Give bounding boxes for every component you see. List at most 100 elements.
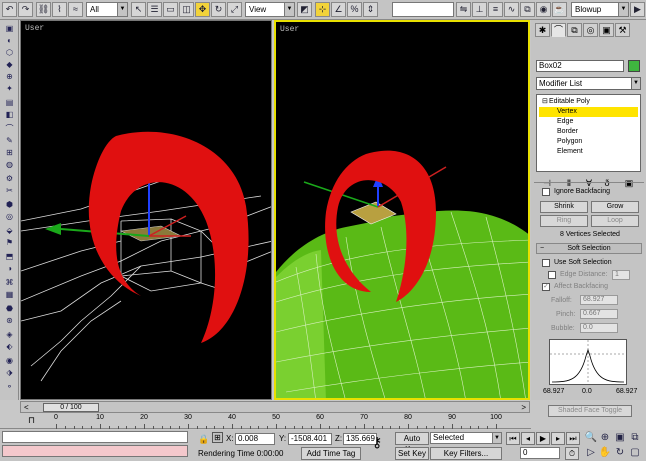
maxscript-listener-field[interactable]	[2, 431, 188, 443]
align-icon[interactable]: ⊥	[472, 2, 487, 17]
collapse-minus-icon[interactable]: ⊟	[542, 97, 549, 107]
tool-icon-29[interactable]: ⚬	[3, 382, 16, 392]
render-icon[interactable]: ☕	[552, 2, 567, 17]
zoom-icon[interactable]: 🔍	[584, 431, 598, 445]
current-frame-field[interactable]: 0	[520, 447, 560, 459]
slider-prev-icon[interactable]: <	[24, 403, 29, 412]
quick-render-icon[interactable]: ▶	[630, 2, 645, 17]
zoom-all-icon[interactable]: ⊕	[598, 431, 612, 445]
field-of-view-icon[interactable]: ▷	[584, 446, 598, 460]
select-by-name-icon[interactable]: ☰	[147, 2, 162, 17]
lock-icon[interactable]: 🔒	[198, 434, 209, 445]
window-crossing-icon[interactable]: ◫	[179, 2, 194, 17]
tool-icon-19[interactable]: ⬒	[3, 252, 16, 262]
track-bar[interactable]: ⊓ 0 10 20 30 40 50 60 70 80 90 100	[0, 414, 531, 429]
auto-key-button[interactable]: Auto Key	[395, 432, 429, 454]
tool-icon-11[interactable]: ⊞	[3, 148, 16, 158]
bind-space-warp-icon[interactable]: ≈	[68, 2, 83, 17]
reference-coordinate-dropdown[interactable]: View ▼	[245, 2, 295, 17]
key-mode-dropdown[interactable]: Selected ▼	[430, 432, 502, 444]
falloff-spinner[interactable]: 68.927	[580, 295, 618, 305]
pivot-icon[interactable]: ◩	[297, 2, 312, 17]
edge-distance-spinner[interactable]: 1	[612, 270, 630, 280]
x-coordinate-field[interactable]: 0.008	[235, 433, 275, 445]
tool-icon-3[interactable]: ⬡	[3, 48, 16, 58]
render-type-dropdown[interactable]: Blowup ▼	[571, 2, 629, 17]
tool-icon-12[interactable]: ◍	[3, 160, 16, 170]
time-slider[interactable]: < 0 / 100 >	[20, 401, 530, 413]
affect-backfacing-checkbox[interactable]: ✓	[542, 283, 550, 291]
tool-icon-5[interactable]: ⊕	[3, 72, 16, 82]
key-icon[interactable]: ⚷	[372, 434, 382, 451]
object-name-field[interactable]: Box02	[536, 60, 624, 72]
rect-selection-icon[interactable]: ▭	[163, 2, 178, 17]
tool-icon-15[interactable]: ⬢	[3, 200, 16, 210]
tool-icon-27[interactable]: ◉	[3, 356, 16, 366]
stack-item-edge[interactable]: Edge	[539, 117, 638, 127]
spinner-snap-icon[interactable]: ⇕	[363, 2, 378, 17]
tool-icon-13[interactable]: ⚙	[3, 174, 16, 184]
soft-selection-rollout-header[interactable]: − Soft Selection	[536, 243, 642, 254]
percent-snap-icon[interactable]: %	[347, 2, 362, 17]
shaded-face-toggle-button[interactable]: Shaded Face Toggle	[548, 405, 632, 417]
y-coordinate-field[interactable]: -1508.401	[288, 433, 332, 445]
slider-next-icon[interactable]: >	[521, 403, 526, 412]
viewport-left[interactable]: User	[20, 20, 272, 400]
rotate-icon[interactable]: ↻	[211, 2, 226, 17]
tool-icon-8[interactable]: ◧	[3, 110, 16, 120]
tool-icon-6[interactable]: ✦	[3, 84, 16, 94]
stack-item-vertex[interactable]: Vertex	[539, 107, 638, 117]
snap-icon[interactable]: ⊹	[315, 2, 330, 17]
tool-icon-9[interactable]: ⌒	[3, 124, 16, 134]
loop-button[interactable]: Loop	[591, 215, 639, 227]
display-tab-icon[interactable]: ▣	[599, 23, 614, 37]
set-key-button[interactable]: Set Key	[395, 447, 429, 460]
stack-item-element[interactable]: Element	[539, 147, 638, 157]
object-color-swatch[interactable]	[628, 60, 640, 72]
curve-editor-icon[interactable]: ∿	[504, 2, 519, 17]
tool-icon-7[interactable]: ▤	[3, 98, 16, 108]
tool-icon-16[interactable]: ◎	[3, 212, 16, 222]
tool-icon-20[interactable]: ◑	[3, 264, 16, 274]
scale-icon[interactable]: ⤢	[227, 2, 242, 17]
tool-icon-10[interactable]: ✎	[3, 136, 16, 146]
tool-icon-17[interactable]: ⬙	[3, 226, 16, 236]
tool-icon-14[interactable]: ✂	[3, 186, 16, 196]
next-frame-icon[interactable]: ▸	[551, 432, 565, 445]
tool-icon-28[interactable]: ⬗	[3, 368, 16, 378]
go-to-start-icon[interactable]: ⏮	[506, 432, 520, 445]
schematic-icon[interactable]: ⧉	[520, 2, 535, 17]
previous-frame-icon[interactable]: ◂	[521, 432, 535, 445]
angle-snap-icon[interactable]: ∠	[331, 2, 346, 17]
time-config-icon[interactable]: ⏱	[565, 447, 579, 460]
tool-icon-4[interactable]: ◆	[3, 60, 16, 70]
stack-item-border[interactable]: Border	[539, 127, 638, 137]
redo-icon[interactable]: ↷	[18, 2, 33, 17]
grow-button[interactable]: Grow	[591, 201, 639, 213]
tool-icon-23[interactable]: ⬣	[3, 304, 16, 314]
tool-icon-21[interactable]: ⌘	[3, 278, 16, 288]
material-editor-icon[interactable]: ◉	[536, 2, 551, 17]
tool-icon-26[interactable]: ⬖	[3, 342, 16, 352]
create-tab-icon[interactable]: ✱	[535, 23, 550, 37]
pinch-spinner[interactable]: 0.667	[580, 309, 618, 319]
stack-item-polygon[interactable]: Polygon	[539, 137, 638, 147]
shrink-button[interactable]: Shrink	[540, 201, 588, 213]
add-time-tag-button[interactable]: Add Time Tag	[301, 447, 361, 460]
utilities-tab-icon[interactable]: ⚒	[615, 23, 630, 37]
tool-icon-24[interactable]: ⊛	[3, 316, 16, 326]
named-selection-field[interactable]	[392, 2, 454, 17]
maximize-viewport-icon[interactable]: ▢	[628, 446, 642, 460]
key-filters-button[interactable]: Key Filters...	[430, 447, 502, 460]
layer-icon[interactable]: ≡	[488, 2, 503, 17]
go-to-end-icon[interactable]: ⏭	[566, 432, 580, 445]
hierarchy-tab-icon[interactable]: ⧉	[567, 23, 582, 37]
modifier-list-dropdown[interactable]: Modifier List ▼	[536, 77, 641, 90]
play-icon[interactable]: ▶	[536, 432, 550, 445]
unlink-icon[interactable]: ⌇	[52, 2, 67, 17]
absolute-mode-icon[interactable]: ⊞	[212, 432, 223, 443]
edge-distance-checkbox[interactable]	[548, 271, 556, 279]
selection-filter-dropdown[interactable]: All ▼	[86, 2, 128, 17]
tool-icon-22[interactable]: ▦	[3, 290, 16, 300]
select-icon[interactable]: ↖	[131, 2, 146, 17]
